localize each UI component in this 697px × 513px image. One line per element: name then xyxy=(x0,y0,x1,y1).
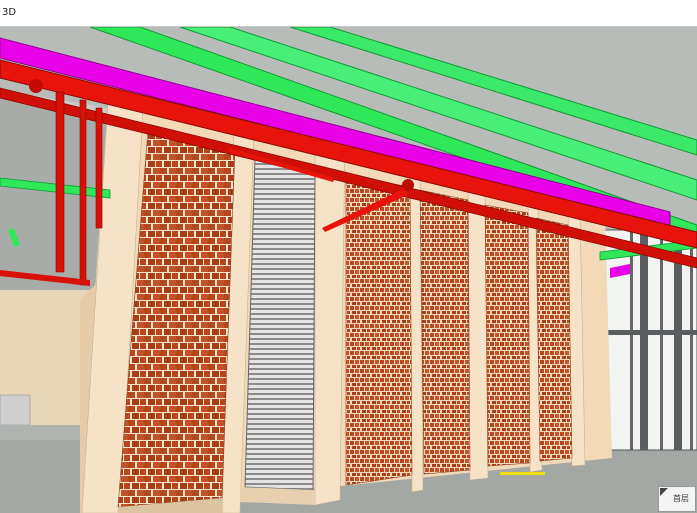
brick-screen-panel xyxy=(419,189,471,475)
3d-viewport[interactable] xyxy=(0,27,697,513)
brick-screen-panel xyxy=(484,204,531,467)
louver-panel xyxy=(244,157,316,491)
view-cube-label: 首层 xyxy=(673,494,689,503)
brick-screen-panel xyxy=(535,217,573,462)
view-cube[interactable]: 首层 xyxy=(658,486,696,512)
title-bar: 3D xyxy=(0,0,697,27)
window-title: 3D xyxy=(2,7,17,18)
view-cube-corner-icon xyxy=(660,488,668,496)
brick-screen-panel xyxy=(345,174,413,486)
